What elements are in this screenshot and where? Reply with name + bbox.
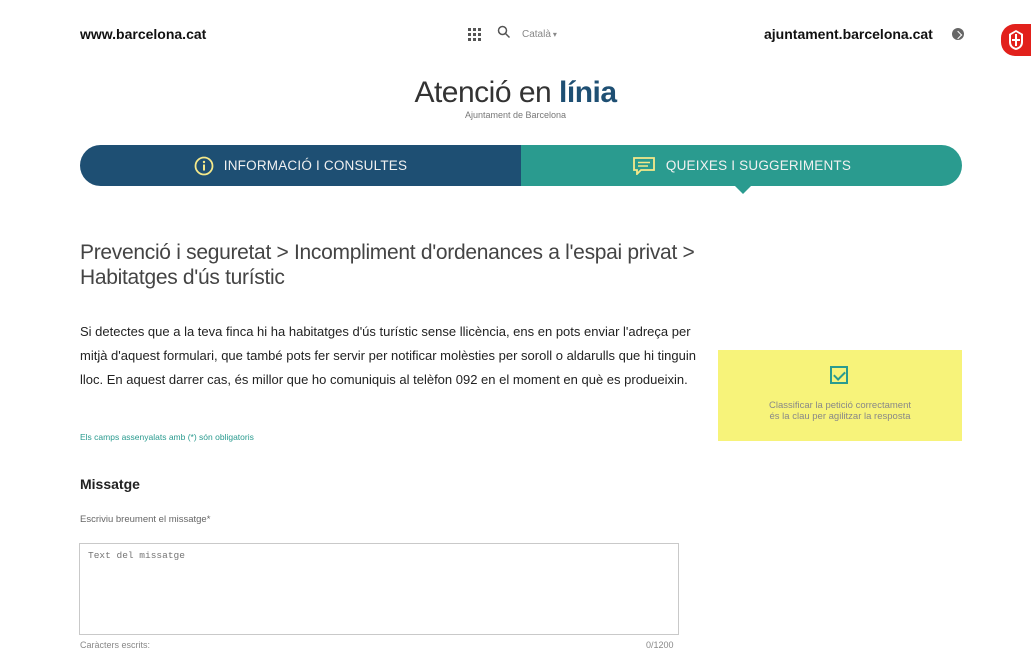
- tab-queixes-suggeriments[interactable]: QUEIXES I SUGGERIMENTS: [521, 145, 962, 186]
- message-field-label: Escriviu breument el missatge*: [80, 514, 211, 525]
- brand-title-bold: línia: [559, 76, 617, 109]
- tip-line: és la clau per agilitzar la resposta: [769, 411, 911, 422]
- ajuntament-logo[interactable]: [1001, 24, 1031, 56]
- tip-line: Classificar la petició correctament: [768, 400, 912, 411]
- info-icon: [194, 156, 214, 176]
- search-icon[interactable]: [497, 25, 511, 39]
- active-tab-pointer: [735, 186, 751, 194]
- checkbox-checked-icon: [830, 366, 848, 384]
- classification-tip-box: Classificar la petició correctament és l…: [718, 350, 962, 441]
- page-title: Prevenció i seguretat > Incompliment d'o…: [80, 240, 720, 290]
- page-title-line: Prevenció i seguretat > Incompliment d'o…: [80, 241, 695, 264]
- tab-informacio-consultes[interactable]: INFORMACIÓ I CONSULTES: [80, 145, 521, 186]
- tab-label: INFORMACIÓ I CONSULTES: [223, 158, 408, 173]
- required-fields-note: Els camps assenyalats amb (*) són obliga…: [80, 432, 254, 442]
- brand-title-main: Atenció en: [414, 76, 560, 109]
- characters-count: 0/1200: [646, 640, 674, 650]
- chevron-circle-icon[interactable]: [952, 28, 964, 40]
- intro-text: Si detectes que a la teva finca hi ha ha…: [80, 324, 696, 387]
- message-textarea[interactable]: [79, 543, 679, 635]
- apps-grid-icon[interactable]: [468, 28, 482, 42]
- tip-text: Classificar la petició correctament és l…: [718, 400, 962, 422]
- barcelona-cat-link[interactable]: www.barcelona.cat: [80, 26, 206, 42]
- tab-label: QUEIXES I SUGGERIMENTS: [665, 158, 852, 173]
- caret-down-icon: ▾: [552, 30, 557, 39]
- main-tabs: INFORMACIÓ I CONSULTES QUEIXES I SUGGERI…: [80, 145, 962, 186]
- brand-title: Atenció en línia: [0, 76, 1031, 110]
- characters-written-label: Caràcters escrits:: [80, 640, 151, 650]
- ajuntament-link[interactable]: ajuntament.barcelona.cat: [764, 26, 933, 42]
- language-selector[interactable]: Català ▾: [522, 29, 557, 40]
- site-brand: Atenció en línia Ajuntament de Barcelona: [0, 76, 1031, 120]
- language-label: Català: [522, 29, 551, 40]
- brand-subtitle: Ajuntament de Barcelona: [464, 110, 567, 120]
- section-title-missatge: Missatge: [80, 476, 140, 492]
- speech-bubble-icon: [632, 156, 656, 175]
- page-title-line: Habitatges d'ús turístic: [80, 266, 285, 289]
